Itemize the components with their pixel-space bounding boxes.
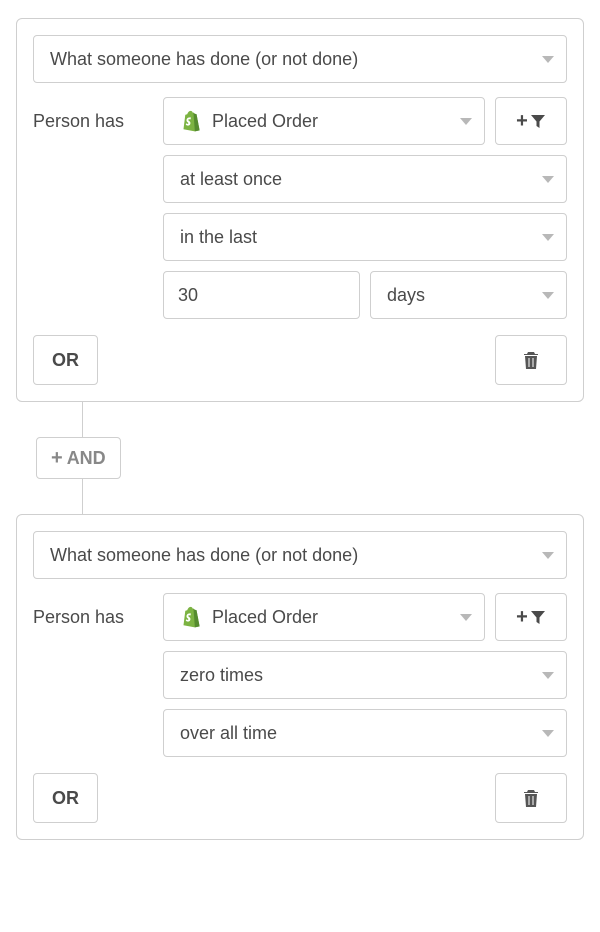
condition-card: What someone has done (or not done) Pers… [16, 514, 584, 840]
trash-icon [522, 788, 540, 808]
condition-row: Person has Placed Order + [33, 593, 567, 757]
time-range-select[interactable]: over all time [163, 709, 567, 757]
chevron-down-icon [542, 730, 554, 737]
condition-controls: Placed Order + zero times over all time [163, 593, 567, 757]
or-button[interactable]: OR [33, 335, 98, 385]
time-range-label: in the last [180, 227, 257, 248]
time-range-label: over all time [180, 723, 277, 744]
frequency-select[interactable]: at least once [163, 155, 567, 203]
condition-connector: + AND [16, 402, 584, 514]
and-label: AND [67, 448, 106, 469]
chevron-down-icon [460, 614, 472, 621]
chevron-down-icon [542, 176, 554, 183]
delete-button[interactable] [495, 335, 567, 385]
frequency-select[interactable]: zero times [163, 651, 567, 699]
event-select-label: Placed Order [180, 109, 318, 133]
condition-type-label: What someone has done (or not done) [50, 49, 358, 70]
time-value-input[interactable]: 30 [163, 271, 360, 319]
event-name: Placed Order [212, 607, 318, 628]
delete-button[interactable] [495, 773, 567, 823]
event-row: Placed Order + [163, 97, 567, 145]
and-button[interactable]: + AND [36, 437, 121, 479]
filter-icon [530, 609, 546, 625]
add-filter-button[interactable]: + [495, 97, 567, 145]
chevron-down-icon [542, 234, 554, 241]
event-select-label: Placed Order [180, 605, 318, 629]
plus-icon: + [51, 448, 63, 468]
or-label: OR [52, 788, 79, 809]
chevron-down-icon [542, 292, 554, 299]
condition-prefix-label: Person has [33, 97, 163, 145]
condition-type-select[interactable]: What someone has done (or not done) [33, 35, 567, 83]
condition-prefix-label: Person has [33, 593, 163, 641]
or-button[interactable]: OR [33, 773, 98, 823]
chevron-down-icon [460, 118, 472, 125]
card-footer: OR [33, 335, 567, 385]
condition-type-select[interactable]: What someone has done (or not done) [33, 531, 567, 579]
event-row: Placed Order + [163, 593, 567, 641]
filter-icon [530, 113, 546, 129]
condition-row: Person has Placed Order + [33, 97, 567, 319]
plus-icon: + [516, 607, 528, 627]
frequency-label: at least once [180, 169, 282, 190]
time-unit-select[interactable]: days [370, 271, 567, 319]
event-name: Placed Order [212, 111, 318, 132]
condition-type-label: What someone has done (or not done) [50, 545, 358, 566]
time-value-row: 30 days [163, 271, 567, 319]
shopify-icon [180, 109, 202, 133]
condition-controls: Placed Order + at least once in the last [163, 97, 567, 319]
trash-icon [522, 350, 540, 370]
event-select[interactable]: Placed Order [163, 593, 485, 641]
plus-icon: + [516, 111, 528, 131]
condition-card: What someone has done (or not done) Pers… [16, 18, 584, 402]
shopify-icon [180, 605, 202, 629]
event-select[interactable]: Placed Order [163, 97, 485, 145]
chevron-down-icon [542, 552, 554, 559]
time-range-select[interactable]: in the last [163, 213, 567, 261]
chevron-down-icon [542, 56, 554, 63]
card-footer: OR [33, 773, 567, 823]
or-label: OR [52, 350, 79, 371]
chevron-down-icon [542, 672, 554, 679]
time-unit-label: days [387, 285, 425, 306]
frequency-label: zero times [180, 665, 263, 686]
add-filter-button[interactable]: + [495, 593, 567, 641]
